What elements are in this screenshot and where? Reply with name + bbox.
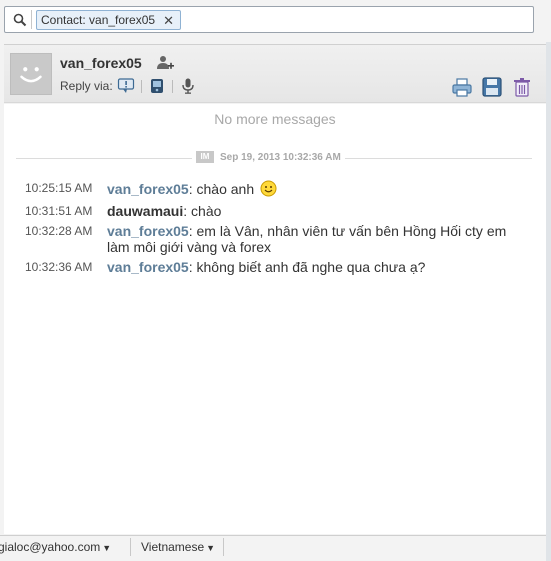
session-date: Sep 19, 2013 10:32:36 AM (220, 151, 341, 163)
status-separator (223, 538, 224, 556)
message-body: dauwamaui: chào (107, 203, 522, 219)
message-sender[interactable]: van_forex05 (107, 181, 189, 197)
sms-reply-icon[interactable] (148, 77, 166, 95)
smiley-icon (260, 180, 277, 197)
message-text: : chào anh (188, 181, 255, 197)
chat-window: Contact: van_forex05 ✕ van_forex05 Reply… (0, 0, 551, 561)
message-sender[interactable]: van_forex05 (107, 259, 189, 275)
chevron-down-icon: ▼ (206, 543, 216, 553)
reply-separator (141, 80, 142, 93)
no-more-messages: No more messages (214, 111, 336, 127)
message-text: : không biết anh đã nghe qua chưa ạ? (188, 259, 426, 275)
message-sender[interactable]: dauwamaui (107, 203, 183, 219)
reply-separator (172, 80, 173, 93)
window-edge (546, 42, 551, 561)
contact-name: van_forex05 (60, 55, 142, 71)
account-selector[interactable]: gialoc@yahoo.com ▼ (0, 540, 111, 554)
message-body: van_forex05: chào anh (107, 180, 522, 197)
im-badge: IM (196, 151, 214, 163)
account-label: gialoc@yahoo.com (0, 540, 101, 554)
language-selector[interactable]: Vietnamese ▼ (141, 540, 215, 554)
status-separator (130, 538, 131, 556)
language-label: Vietnamese (141, 540, 205, 554)
status-bar: gialoc@yahoo.com ▼ Vietnamese ▼ (0, 535, 546, 557)
message-body: van_forex05: em là Vân, nhân viên tư vấn… (107, 223, 522, 255)
close-icon[interactable]: ✕ (163, 14, 174, 27)
save-icon[interactable] (481, 76, 503, 98)
message-text: : chào (183, 203, 222, 219)
avatar (10, 53, 52, 95)
message-body: van_forex05: không biết anh đã nghe qua … (107, 259, 522, 275)
contact-header: van_forex05 Reply via: (4, 44, 546, 103)
contact-filter-label: Contact: van_forex05 (41, 13, 156, 27)
im-reply-icon[interactable] (117, 77, 135, 95)
delete-icon[interactable] (511, 76, 533, 98)
chevron-down-icon: ▼ (102, 543, 112, 553)
message-sender[interactable]: van_forex05 (107, 223, 189, 239)
message-time: 10:25:15 AM (25, 181, 93, 195)
reply-via-label: Reply via: (60, 79, 113, 93)
search-icon (13, 13, 27, 27)
search-input[interactable]: Contact: van_forex05 ✕ (4, 6, 534, 33)
message-time: 10:31:51 AM (25, 204, 93, 218)
voice-reply-icon[interactable] (179, 77, 197, 95)
print-icon[interactable] (451, 76, 473, 98)
session-divider-label: IM Sep 19, 2013 10:32:36 AM (192, 151, 345, 163)
add-contact-icon[interactable] (156, 54, 174, 72)
search-bar: Contact: van_forex05 ✕ (0, 0, 551, 42)
contact-filter-token[interactable]: Contact: van_forex05 ✕ (36, 10, 181, 30)
search-separator (31, 10, 32, 29)
message-time: 10:32:28 AM (25, 224, 93, 238)
message-history[interactable]: No more messages IM Sep 19, 2013 10:32:3… (4, 104, 546, 534)
message-time: 10:32:36 AM (25, 260, 93, 274)
